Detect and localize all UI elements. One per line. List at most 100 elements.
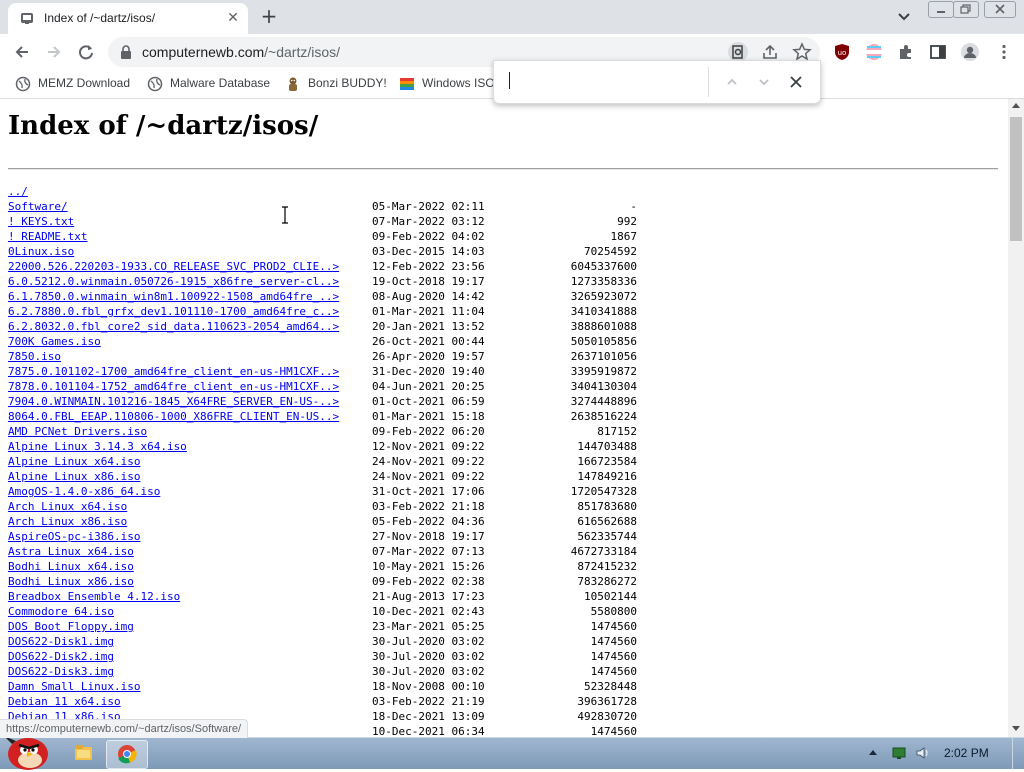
file-size: 1474560 [590, 650, 637, 663]
file-link[interactable]: Bodhi Linux x64.iso [8, 559, 134, 574]
profile-avatar-icon[interactable] [960, 42, 980, 62]
file-link[interactable]: 0Linux.iso [8, 244, 74, 259]
taskbar-clock[interactable]: 2:02 PM [944, 746, 989, 760]
file-size: 616562688 [577, 515, 637, 528]
bookmark-bonzi-buddy[interactable]: Bonzi BUDDY! [285, 75, 390, 93]
network-icon[interactable] [892, 746, 906, 760]
close-icon[interactable] [786, 72, 806, 92]
file-link[interactable]: Arch Linux x86.iso [8, 514, 127, 529]
chrome-icon [118, 745, 137, 764]
chevron-down-icon[interactable] [895, 8, 913, 26]
bookmark-memz-download[interactable]: MEMZ Download [15, 75, 135, 93]
file-size: 872415232 [577, 560, 637, 573]
window-restore-button[interactable] [953, 1, 979, 18]
scroll-down-arrow-icon[interactable] [1012, 726, 1020, 731]
file-link[interactable]: DOS622-Disk2.img [8, 649, 114, 664]
file-link[interactable]: ../ [8, 184, 28, 199]
file-link[interactable]: 22000.526.220203-1933.CO_RELEASE_SVC_PRO… [8, 259, 339, 274]
file-size: 52328448 [584, 680, 637, 693]
chevron-down-icon[interactable] [754, 72, 774, 92]
scroll-up-arrow-icon[interactable] [1012, 103, 1020, 108]
file-link[interactable]: 700K Games.iso [8, 334, 101, 349]
file-size: 3404130304 [570, 380, 637, 393]
file-link[interactable]: DOS622-Disk1.img [8, 634, 114, 649]
text-cursor-icon [282, 206, 288, 224]
url-text[interactable]: computernewb.com/~dartz/isos/ [142, 44, 340, 60]
lock-icon[interactable] [120, 45, 132, 59]
bookmark-windows-iso[interactable]: Windows ISO [399, 75, 495, 93]
page-favicon-icon [21, 13, 33, 24]
window-close-button[interactable] [984, 1, 1016, 18]
file-date: 24-Nov-2021 09:22 [372, 455, 485, 468]
file-link[interactable]: Bodhi Linux x86.iso [8, 574, 134, 589]
side-panel-icon[interactable] [928, 42, 948, 62]
file-link[interactable]: 7904.0.WINMAIN.101216-1845_X64FRE_SERVER… [8, 394, 339, 409]
chevron-up-icon[interactable] [722, 72, 742, 92]
file-link[interactable]: 6.0.5212.0.winmain.050726-1915_x86fre_se… [8, 274, 339, 289]
file-link[interactable]: ! README.txt [8, 229, 87, 244]
file-date: 26-Apr-2020 19:57 [372, 350, 485, 363]
chrome-taskbar-button[interactable] [106, 740, 148, 769]
window-minimize-button[interactable] [928, 1, 954, 18]
back-arrow-icon[interactable] [12, 42, 32, 62]
file-explorer-taskbar-icon[interactable] [66, 740, 100, 767]
bonzi-icon [289, 77, 297, 91]
reload-icon[interactable] [76, 42, 96, 62]
vertical-scrollbar[interactable] [1008, 99, 1024, 737]
file-link[interactable]: ! KEYS.txt [8, 214, 74, 229]
file-link[interactable]: 8064.0.FBL_EEAP.110806-1000_X86FRE_CLIEN… [8, 409, 339, 424]
file-link[interactable]: Arch Linux x64.iso [8, 499, 127, 514]
file-link[interactable]: Debian 11 x64.iso [8, 694, 121, 709]
bookmark-star-icon[interactable] [792, 42, 812, 62]
extension-flag-icon[interactable] [864, 42, 884, 62]
volume-speaker-icon[interactable] [915, 746, 931, 760]
file-link[interactable]: 6.2.8032.0.fbl_core2_sid_data.110623-205… [8, 319, 339, 334]
find-in-page-icon[interactable] [728, 42, 748, 62]
file-link[interactable]: Alpine Linux 3.14.3 x64.iso [8, 439, 187, 454]
file-link[interactable]: AMD PCNet Drivers.iso [8, 424, 147, 439]
file-link[interactable]: 7850.iso [8, 349, 61, 364]
bookmark-malware-database[interactable]: Malware Database [147, 75, 272, 93]
file-link[interactable]: Breadbox Ensemble 4.12.iso [8, 589, 180, 604]
tab-active[interactable]: Index of /~dartz/isos/ ✕ [8, 3, 248, 34]
file-date: 07-Mar-2022 07:13 [372, 545, 485, 558]
file-size: 5050105856 [570, 335, 637, 348]
file-link[interactable]: 6.1.7850.0.winmain_win8m1.100922-1508_am… [8, 289, 339, 304]
page-content: Index of /~dartz/isos/ ../Software/05-Ma… [0, 99, 1008, 737]
file-link[interactable]: AspireOS-pc-i386.iso [8, 529, 140, 544]
show-hidden-icons-arrow-icon[interactable] [869, 750, 877, 755]
file-link[interactable]: 7878.0.101104-1752_amd64fre_client_en-us… [8, 379, 339, 394]
file-date: 31-Oct-2021 17:06 [372, 485, 485, 498]
file-link[interactable]: Astra Linux x64.iso [8, 544, 134, 559]
file-link[interactable]: DOS622-Disk3.img [8, 664, 114, 679]
file-link[interactable]: Software/ [8, 199, 68, 214]
file-link[interactable]: Alpine Linux x64.iso [8, 454, 140, 469]
close-tab-icon[interactable]: ✕ [224, 9, 242, 27]
file-size: 3265923072 [570, 290, 637, 303]
file-link[interactable]: Damn Small Linux.iso [8, 679, 140, 694]
file-link[interactable]: DOS Boot Floppy.img [8, 619, 134, 634]
show-desktop-button[interactable] [1012, 738, 1024, 769]
file-link[interactable]: Commodore 64.iso [8, 604, 114, 619]
bookmark-label: MEMZ Download [38, 76, 131, 90]
share-icon[interactable] [760, 42, 780, 62]
new-tab-button[interactable]: + [258, 6, 280, 28]
file-date: 04-Jun-2021 20:25 [372, 380, 485, 393]
file-link[interactable]: 6.2.7880.0.fbl_grfx_dev1.101110-1700_amd… [8, 304, 339, 319]
forward-arrow-icon[interactable] [44, 42, 64, 62]
file-size: 3395919872 [570, 365, 637, 378]
file-size: 4672733184 [570, 545, 637, 558]
file-date: 30-Jul-2020 03:02 [372, 665, 485, 678]
file-link[interactable]: 7875.0.101102-1700_amd64fre_client_en-us… [8, 364, 339, 379]
file-link[interactable]: AmogOS-1.4.0-x86_64.iso [8, 484, 160, 499]
extensions-puzzle-icon[interactable] [896, 42, 916, 62]
find-input[interactable] [508, 71, 708, 93]
file-date: 09-Feb-2022 02:38 [372, 575, 485, 588]
file-link[interactable]: Alpine Linux x86.iso [8, 469, 140, 484]
file-date: 18-Nov-2008 00:10 [372, 680, 485, 693]
ublock-origin-icon[interactable]: uo [832, 42, 852, 62]
scrollbar-thumb[interactable] [1010, 117, 1022, 241]
file-size: 2638516224 [570, 410, 637, 423]
more-menu-icon[interactable] [994, 42, 1014, 62]
file-date: 05-Feb-2022 04:36 [372, 515, 485, 528]
